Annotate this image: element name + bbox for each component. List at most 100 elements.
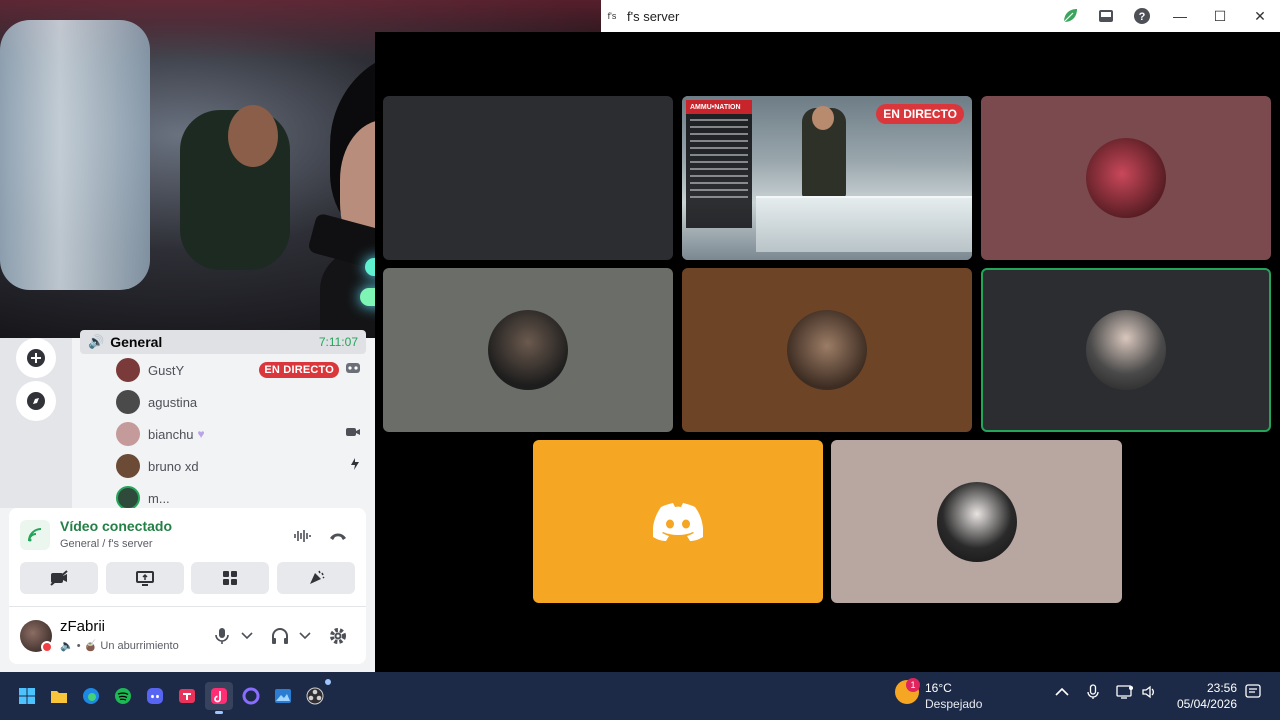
video-tile[interactable]: [831, 440, 1122, 603]
window-title: f's server: [627, 8, 680, 24]
avatar: [936, 481, 1017, 562]
video-tile[interactable]: [383, 96, 673, 260]
settings-gear-icon[interactable]: [328, 623, 348, 649]
screen-share-button[interactable]: [106, 562, 184, 594]
desktop: f's f's server ? — ☐ ✕ 🔊 General 7:11:07…: [0, 0, 1280, 720]
speaker-icon: 🔊: [88, 334, 105, 349]
cortana-icon[interactable]: [237, 682, 265, 710]
avatar: [116, 486, 140, 510]
obs-icon[interactable]: [301, 679, 331, 710]
discord-icon[interactable]: [141, 682, 169, 710]
video-tile-speaking[interactable]: [981, 268, 1271, 432]
voice-channel-general[interactable]: 🔊 General 7:11:07: [80, 330, 366, 354]
help-icon[interactable]: ?: [1124, 0, 1160, 32]
start-windows-icon[interactable]: [13, 682, 41, 710]
notification-dot: [325, 679, 331, 685]
avatar: [116, 390, 140, 414]
photos-icon[interactable]: [269, 682, 297, 710]
discord-sidebar: 🔊 General 7:11:07 GustY EN DIRECTO agust…: [0, 330, 375, 672]
minimize-button[interactable]: —: [1160, 0, 1200, 32]
voice-member[interactable]: agustina: [116, 386, 361, 418]
avatar: [116, 454, 140, 478]
voice-member[interactable]: GustY EN DIRECTO: [116, 354, 361, 386]
member-name: m...: [148, 490, 170, 506]
video-tile[interactable]: [981, 96, 1271, 260]
channel-list: 🔊 General 7:11:07 GustY EN DIRECTO agust…: [72, 330, 375, 510]
noise-suppression-icon[interactable]: [288, 522, 316, 550]
voice-location[interactable]: General / f's server: [60, 538, 153, 550]
camera-icon: [345, 425, 361, 443]
active-indicator: [215, 711, 223, 714]
camera-off-button[interactable]: [20, 562, 98, 594]
video-tile[interactable]: [383, 268, 673, 432]
edge-browser-icon[interactable]: [77, 682, 105, 710]
leaf-icon[interactable]: [1052, 0, 1088, 32]
member-name: agustina: [148, 394, 198, 410]
game-icon: [345, 361, 361, 379]
voice-member[interactable]: bruno xd: [116, 450, 361, 482]
game-menu-title: AMMU•NATION: [686, 100, 752, 114]
activities-button[interactable]: [191, 562, 269, 594]
activity-icon: [349, 457, 361, 476]
soundboard-button[interactable]: [277, 562, 355, 594]
window-titlebar: f's f's server ? — ☐ ✕: [601, 0, 1280, 32]
signal-icon: [20, 520, 50, 550]
member-name: GustY: [148, 362, 185, 378]
clock-date[interactable]: 05/04/2026: [1177, 697, 1237, 711]
clock-time[interactable]: 23:56: [1207, 681, 1237, 695]
chevron-up-icon[interactable]: [1055, 684, 1069, 700]
server-badge: f's: [607, 11, 617, 21]
avatar: [1086, 310, 1166, 390]
voice-status[interactable]: Vídeo conectado: [60, 518, 172, 534]
discord-logo-icon: [653, 502, 703, 541]
water-bottle: [0, 20, 150, 290]
member-name: bianchu: [148, 426, 194, 442]
username[interactable]: zFabrii: [60, 618, 105, 635]
game-menu: AMMU•NATION: [686, 100, 752, 228]
weather-badge: 1: [906, 678, 920, 692]
video-tile[interactable]: [682, 268, 972, 432]
voice-connection-panel: Vídeo conectado General / f's server: [9, 508, 366, 606]
game-character-head: [812, 106, 834, 130]
live-badge: EN DIRECTO: [876, 104, 964, 124]
mute-button[interactable]: [215, 623, 229, 649]
microphone-icon[interactable]: [1087, 684, 1099, 703]
background-person-head: [228, 105, 278, 167]
maximize-button[interactable]: ☐: [1200, 0, 1240, 32]
video-tile[interactable]: [533, 440, 823, 603]
channel-timer: 7:11:07: [318, 335, 358, 349]
video-grid: AMMU•NATION EN DIRECTO: [375, 32, 1280, 672]
close-button[interactable]: ✕: [1240, 0, 1280, 32]
chevron-down-icon[interactable]: [241, 623, 253, 649]
custom-status: • 🧉 Un aburrimiento: [76, 640, 179, 652]
weather-description[interactable]: Despejado: [925, 697, 982, 711]
notifications-icon[interactable]: [1245, 684, 1261, 703]
server-list: [0, 338, 72, 508]
weather-temperature[interactable]: 16°C: [925, 681, 952, 695]
spotify-icon[interactable]: [109, 682, 137, 710]
voice-member[interactable]: bianchu ♥: [116, 418, 361, 450]
avatar: [787, 310, 867, 390]
disconnect-icon[interactable]: [324, 522, 352, 550]
member-name: bruno xd: [148, 458, 199, 474]
channel-name: General: [110, 334, 163, 350]
tiktok-icon[interactable]: [205, 682, 233, 714]
add-server-button[interactable]: [16, 338, 56, 378]
deafen-button[interactable]: [271, 623, 289, 649]
network-icon[interactable]: [1116, 684, 1134, 703]
tiktok-live-icon[interactable]: [173, 682, 201, 710]
avatar: [1086, 138, 1166, 218]
dnd-status-icon: [41, 641, 53, 653]
live-badge: EN DIRECTO: [259, 362, 339, 378]
user-panel: zFabrii 🔈 • 🧉 Un aburrimiento: [9, 606, 366, 664]
avatar: [488, 310, 568, 390]
volume-icon[interactable]: [1141, 684, 1157, 703]
inbox-icon[interactable]: [1088, 0, 1124, 32]
game-counter: [756, 196, 972, 252]
avatar: [116, 358, 140, 382]
stream-tile[interactable]: AMMU•NATION EN DIRECTO: [682, 96, 972, 260]
file-explorer-icon[interactable]: [45, 682, 73, 710]
chevron-down-icon[interactable]: [299, 623, 311, 649]
discover-button[interactable]: [16, 381, 56, 421]
user-activity: 🔈 • 🧉 Un aburrimiento: [60, 639, 179, 652]
